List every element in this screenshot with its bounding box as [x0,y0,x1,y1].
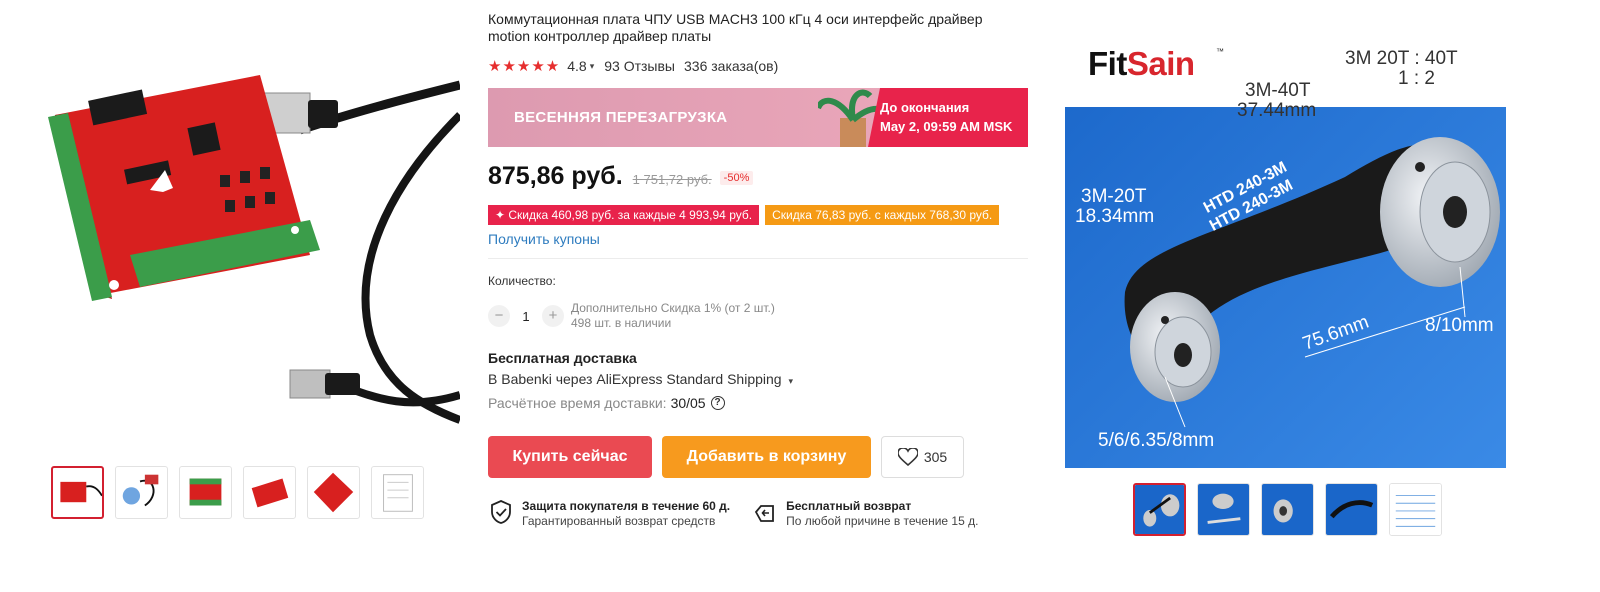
delivery-time-label: Расчётное время доставки: [488,395,667,411]
delivery-time-value: 30/05 [670,395,706,411]
quantity-stepper: − 1 + Дополнительно Скидка 1% (от 2 шт.)… [488,301,775,331]
bore-big-label: 8/10mm [1425,315,1494,336]
price-row: 875,86 руб. 1 751,72 руб. -50% [488,162,1028,191]
delivery-time: Расчётное время доставки: 30/05 ? [488,395,725,411]
big-pulley-label: 3M-40T [1245,80,1311,101]
pulley-thumbnail-5[interactable] [1389,483,1442,536]
promo-title: ВЕСЕННЯЯ ПЕРЕЗАГРУЗКА [514,109,728,126]
guarantees: Защита покупателя в течение 60 д. Гарант… [488,499,978,529]
bore-small-label: 5/6/6.35/8mm [1098,430,1215,451]
wishlist-count: 305 [923,449,948,465]
shield-check-icon [491,500,511,524]
pulley-thumbnail-1[interactable] [1133,483,1186,536]
rating-stars: ★★★★★ [488,58,561,75]
trademark-mark: ™ [1216,47,1224,56]
heart-icon [897,448,918,466]
orders-count: 336 заказа(ов) [684,58,779,74]
protection-subtitle: Гарантированный возврат средств [522,514,716,528]
chevron-down-icon[interactable]: ▾ [788,376,793,386]
discount-badge: -50% [719,171,754,185]
right-thumbnail-strip [1133,483,1442,536]
promo-countdown-date: May 2, 09:59 AM MSK [880,119,1013,134]
add-to-cart-button[interactable]: Добавить в корзину [662,436,871,478]
quantity-note: Дополнительно Скидка 1% (от 2 шт.) 498 ш… [571,301,775,331]
brand-logo: FitSain [1088,45,1195,82]
ratio-sub-label: 1 : 2 [1398,68,1435,89]
pulley-thumbnail-2[interactable] [1197,483,1250,536]
shipping-detail: В Babenki через AliExpress Standard Ship… [488,371,782,387]
select-coupon[interactable]: Скидка 76,83 руб. с каждых 768,30 руб. [765,205,1000,225]
get-coupons-link[interactable]: Получить купоны [488,231,600,247]
pulley-thumbnail-3[interactable] [1261,483,1314,536]
product-title: Коммутационная плата ЧПУ USB MACH3 100 к… [488,11,983,44]
thumbnail-5[interactable] [307,466,360,519]
action-buttons: Купить сейчас Добавить в корзину 305 [488,436,964,478]
promo-countdown-label: До окончания [880,100,970,115]
small-pulley-label: 3M-20T [1081,186,1147,207]
buyer-protection[interactable]: Защита покупателя в течение 60 д. Гарант… [488,499,730,529]
chevron-down-icon[interactable]: ▾ [590,61,595,72]
protection-title: Защита покупателя в течение 60 д. [522,499,731,513]
thumbnail-6[interactable] [371,466,424,519]
thumbnail-2[interactable] [115,466,168,519]
small-pulley-diameter: 18.34mm [1075,206,1155,227]
buy-now-button[interactable]: Купить сейчас [488,436,652,478]
store-coupon[interactable]: ✦ Скидка 460,98 руб. за каждые 4 993,94 … [488,205,760,225]
pulley-thumbnail-4[interactable] [1325,483,1378,536]
thumbnail-1[interactable] [51,466,104,519]
rating-row: ★★★★★ 4.8 ▾ 93 Отзывы 336 заказа(ов) [488,57,1028,75]
thumbnail-4[interactable] [243,466,296,519]
stock-note: 498 шт. в наличии [571,316,672,330]
promo-banner[interactable]: ВЕСЕННЯЯ ПЕРЕЗАГРУЗКА До окончания May 2… [488,88,1028,147]
help-icon[interactable]: ? [710,396,725,410]
return-title: Бесплатный возврат [786,499,912,513]
rating-value[interactable]: 4.8 [567,58,586,74]
shipping-title: Бесплатная доставка [488,350,637,366]
current-price: 875,86 руб. [488,162,623,190]
thumbnail-3[interactable] [179,466,232,519]
free-return[interactable]: Бесплатный возврат По любой причине в те… [752,499,978,529]
return-subtitle: По любой причине в течение 15 д. [786,514,979,528]
divider [488,258,1028,259]
old-price: 1 751,72 руб. [632,172,712,187]
coupon-row: ✦ Скидка 460,98 руб. за каждые 4 993,94 … [488,205,1000,225]
reviews-link[interactable]: 93 Отзывы [604,58,675,74]
decrease-button[interactable]: − [488,305,510,327]
increase-button[interactable]: + [542,305,564,327]
return-icon [755,505,775,522]
wishlist-button[interactable]: 305 [881,436,964,478]
quantity-input[interactable]: 1 [510,309,542,324]
ratio-label: 3M 20T : 40T [1345,48,1458,69]
big-pulley-diameter: 37.44mm [1237,100,1317,121]
shipping-method[interactable]: В Babenki через AliExpress Standard Ship… [488,371,793,387]
quantity-label: Количество: [488,274,556,288]
bulk-discount-note: Дополнительно Скидка 1% (от 2 шт.) [571,301,775,315]
product-info: Коммутационная плата ЧПУ USB MACH3 100 к… [488,11,1028,528]
main-product-image[interactable] [40,55,463,435]
left-thumbnail-strip [51,466,424,519]
